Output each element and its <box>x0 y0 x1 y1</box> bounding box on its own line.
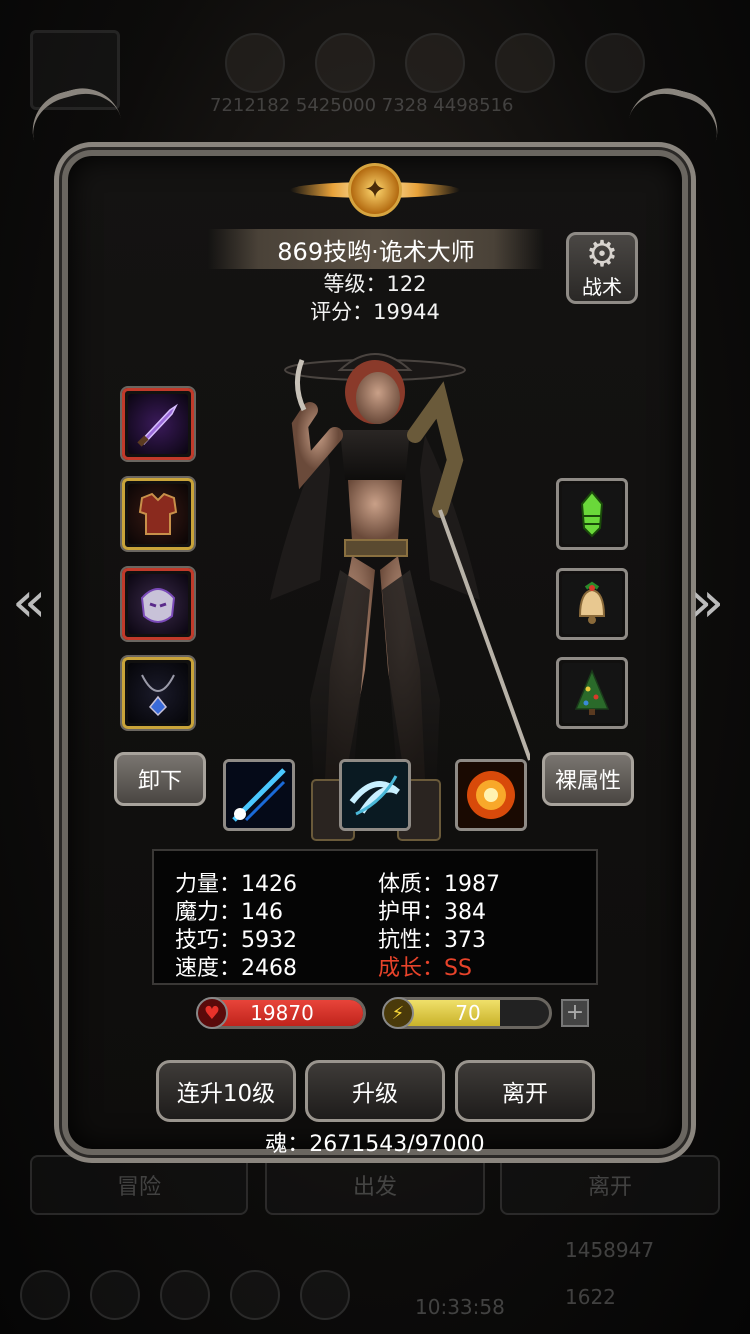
soul-count: 魂：2671543/97000 <box>265 1132 485 1157</box>
skill-slot-3[interactable] <box>455 759 527 831</box>
stat-growth: 成长：SS <box>378 956 472 981</box>
equip-slot-necklace[interactable] <box>122 657 194 729</box>
gear-icon: ⚙ <box>585 233 619 275</box>
christmas-tree-icon <box>574 669 610 715</box>
level-up-button[interactable]: 升级 <box>305 1060 445 1122</box>
equip-slot-accessory-2[interactable] <box>556 568 628 640</box>
menu-icon <box>230 1270 280 1320</box>
whirlwind-skill-icon <box>342 762 408 828</box>
helmet-icon <box>140 588 176 623</box>
dagger-icon <box>137 403 178 447</box>
bell-icon <box>578 581 606 624</box>
tactics-label: 战术 <box>582 274 622 299</box>
tab-adventure: 冒险 <box>30 1155 248 1215</box>
green-gem-icon <box>580 490 604 538</box>
gem-count: 1622 <box>565 1285 616 1309</box>
add-energy-button[interactable]: + <box>561 999 589 1027</box>
equip-slot-armor[interactable] <box>122 478 194 550</box>
skill-slot-2[interactable] <box>339 759 411 831</box>
heart-icon: ♥ <box>196 997 228 1029</box>
blue-beam-skill-icon <box>226 762 292 828</box>
clock: 10:33:58 <box>415 1295 505 1319</box>
crest: ✦ <box>330 160 420 220</box>
base-attributes-button[interactable]: 裸属性 <box>542 752 634 806</box>
lightning-icon: ⚡ <box>382 997 414 1029</box>
crest-emblem-icon: ✦ <box>348 163 402 217</box>
next-character-arrow-icon[interactable]: » <box>690 570 724 635</box>
skill-slot-1[interactable] <box>223 759 295 831</box>
character-score: 评分：19944 <box>310 300 440 324</box>
menu-icon <box>405 33 465 93</box>
equip-slot-accessory-3[interactable] <box>556 657 628 729</box>
menu-icon <box>90 1270 140 1320</box>
resource-numbers: 7212182 5425000 7328 4498516 <box>210 95 514 116</box>
background-top-hud: 7212182 5425000 7328 4498516 <box>30 25 720 116</box>
menu-icon <box>160 1270 210 1320</box>
fire-burst-skill-icon <box>458 762 524 828</box>
equip-slot-helmet[interactable] <box>122 568 194 640</box>
tactics-button[interactable]: ⚙ 战术 <box>566 232 638 304</box>
gold-count: 1458947 <box>565 1238 655 1262</box>
necklace-icon <box>141 674 175 717</box>
equip-slot-accessory-1[interactable] <box>556 478 628 550</box>
menu-icon <box>20 1270 70 1320</box>
previous-character-arrow-icon[interactable]: « <box>12 570 46 635</box>
menu-icon <box>225 33 285 93</box>
unequip-button[interactable]: 卸下 <box>114 752 206 806</box>
multi-level-up-button[interactable]: 连升10级 <box>156 1060 296 1122</box>
background-bottom-hud: 冒险 出发 离开 10:33:58 1458947 1622 <box>0 1150 750 1334</box>
character-name: 869技哟·诡术大师 <box>208 229 544 269</box>
menu-icon <box>495 33 555 93</box>
equip-slot-weapon[interactable] <box>122 388 194 460</box>
menu-icon <box>300 1270 350 1320</box>
menu-icon <box>315 33 375 93</box>
menu-icon <box>585 33 645 93</box>
leave-button[interactable]: 离开 <box>455 1060 595 1122</box>
tab-leave: 离开 <box>500 1155 720 1215</box>
stat-speed: 速度：2468 <box>175 956 297 981</box>
armor-icon <box>138 492 178 535</box>
tab-depart: 出发 <box>265 1155 485 1215</box>
